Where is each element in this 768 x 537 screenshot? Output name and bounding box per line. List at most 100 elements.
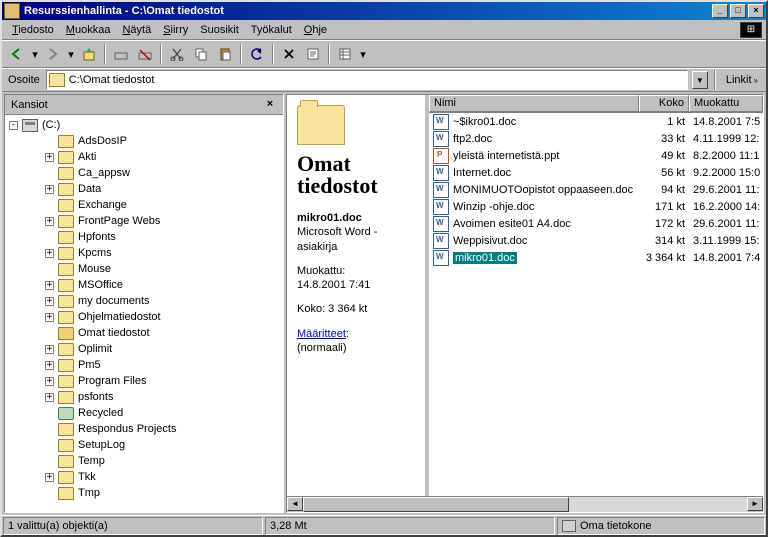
expand-icon[interactable]: +	[45, 249, 54, 258]
col-name[interactable]: Nimi	[429, 95, 639, 112]
menu-suosikit[interactable]: Suosikit	[194, 22, 245, 38]
expand-icon[interactable]: +	[45, 313, 54, 322]
tree-item[interactable]: +psfonts	[9, 389, 283, 405]
file-list[interactable]: ~$ikro01.doc1 kt14.8.2001 7:5ftp2.doc33 …	[429, 113, 763, 496]
expand-icon[interactable]: +	[45, 185, 54, 194]
menu-muokkaa[interactable]: Muokkaa	[60, 22, 117, 38]
expand-icon[interactable]: +	[45, 297, 54, 306]
scroll-right-button[interactable]: ►	[747, 497, 763, 511]
explorer-window: Resurssienhallinta - C:\Omat tiedostot _…	[0, 0, 768, 537]
tree-item[interactable]: +Kpcms	[9, 245, 283, 261]
tree-item[interactable]: +Oplimit	[9, 341, 283, 357]
folder-icon	[58, 231, 74, 244]
address-box[interactable]: C:\Omat tiedostot	[46, 70, 688, 90]
expand-icon[interactable]: +	[45, 473, 54, 482]
tree-item[interactable]: Tmp	[9, 485, 283, 501]
file-row[interactable]: yleistä internetistä.ppt49 kt8.2.2000 11…	[429, 147, 763, 164]
scroll-left-button[interactable]: ◄	[287, 497, 303, 511]
content-pane: Omattiedostot mikro01.docMicrosoft Word …	[286, 94, 764, 513]
expand-icon[interactable]: +	[45, 153, 54, 162]
menubar: Tiedosto Muokkaa Näytä Siirry Suosikit T…	[2, 20, 766, 40]
folder-icon	[58, 135, 74, 148]
tree-item[interactable]: +Program Files	[9, 373, 283, 389]
folder-icon	[58, 215, 74, 228]
tree-item[interactable]: Temp	[9, 453, 283, 469]
tree-item[interactable]: +Ohjelmatiedostot	[9, 309, 283, 325]
folder-icon	[58, 471, 74, 484]
folder-tree[interactable]: -(C:)AdsDosIP+AktiCa_appsw+DataExchange+…	[5, 115, 283, 512]
tree-item[interactable]: +Akti	[9, 149, 283, 165]
links-button[interactable]: Linkit»	[722, 74, 762, 86]
windows-logo-icon: ⊞	[740, 22, 762, 38]
cut-button[interactable]	[166, 43, 188, 65]
file-row[interactable]: ~$ikro01.doc1 kt14.8.2001 7:5	[429, 113, 763, 130]
menu-nayta[interactable]: Näytä	[116, 22, 157, 38]
tree-item[interactable]: Ca_appsw	[9, 165, 283, 181]
expand-icon[interactable]: +	[45, 361, 54, 370]
maximize-button[interactable]: □	[730, 4, 746, 18]
folder-icon	[58, 455, 74, 468]
file-row[interactable]: Avoimen esite01 A4.doc172 kt29.6.2001 11…	[429, 215, 763, 232]
folder-icon	[58, 391, 74, 404]
tree-item[interactable]: +Tkk	[9, 469, 283, 485]
expand-icon[interactable]: +	[45, 281, 54, 290]
properties-button[interactable]	[302, 43, 324, 65]
tree-item[interactable]: AdsDosIP	[9, 133, 283, 149]
menu-ohje[interactable]: Ohje	[298, 22, 333, 38]
disconnect-drive-button[interactable]	[134, 43, 156, 65]
tree-item[interactable]: +Data	[9, 181, 283, 197]
address-dropdown[interactable]: ▼	[692, 71, 708, 89]
folders-close-button[interactable]: ×	[263, 98, 277, 112]
views-dropdown[interactable]: ▾	[358, 43, 368, 65]
minimize-button[interactable]: _	[712, 4, 728, 18]
attributes-link[interactable]: Määritteet	[297, 328, 346, 340]
close-button[interactable]: ×	[748, 4, 764, 18]
menu-siirry[interactable]: Siirry	[157, 22, 194, 38]
up-button[interactable]	[78, 43, 100, 65]
tree-item[interactable]: Respondus Projects	[9, 421, 283, 437]
tree-item[interactable]: Omat tiedostot	[9, 325, 283, 341]
tree-item[interactable]: Recycled	[9, 405, 283, 421]
tree-item[interactable]: +Pm5	[9, 357, 283, 373]
expand-icon[interactable]: +	[45, 377, 54, 386]
paste-button[interactable]	[214, 43, 236, 65]
col-size[interactable]: Koko	[639, 95, 689, 112]
folder-icon	[58, 167, 74, 180]
tree-item[interactable]: SetupLog	[9, 437, 283, 453]
file-row[interactable]: MONIMUOTOopistot oppaaseen.doc94 kt29.6.…	[429, 181, 763, 198]
expand-icon[interactable]: +	[45, 345, 54, 354]
tree-item[interactable]: Hpfonts	[9, 229, 283, 245]
col-modified[interactable]: Muokattu	[689, 95, 763, 112]
folder-icon	[58, 423, 74, 436]
back-dropdown[interactable]: ▾	[30, 43, 40, 65]
back-button[interactable]	[6, 43, 28, 65]
file-icon	[433, 233, 449, 249]
expand-icon[interactable]: +	[45, 217, 54, 226]
tree-item[interactable]: +my documents	[9, 293, 283, 309]
menu-tiedosto[interactable]: Tiedosto	[6, 22, 60, 38]
file-row[interactable]: Weppisivut.doc314 kt3.11.1999 15:	[429, 232, 763, 249]
folder-icon	[58, 263, 74, 276]
views-button[interactable]	[334, 43, 356, 65]
file-row[interactable]: ftp2.doc33 kt4.11.1999 12:	[429, 130, 763, 147]
tree-item[interactable]: Exchange	[9, 197, 283, 213]
expand-icon[interactable]: +	[45, 393, 54, 402]
tree-item[interactable]: +MSOffice	[9, 277, 283, 293]
forward-button[interactable]	[42, 43, 64, 65]
undo-button[interactable]	[246, 43, 268, 65]
copy-button[interactable]	[190, 43, 212, 65]
tree-item[interactable]: Mouse	[9, 261, 283, 277]
horizontal-scrollbar[interactable]: ◄ ►	[287, 496, 763, 512]
map-drive-button[interactable]	[110, 43, 132, 65]
expand-icon[interactable]: -	[9, 121, 18, 130]
folder-icon	[49, 73, 65, 87]
file-row[interactable]: Internet.doc56 kt9.2.2000 15:0	[429, 164, 763, 181]
file-row[interactable]: mikro01.doc3 364 kt14.8.2001 7:4	[429, 249, 763, 266]
file-icon	[433, 182, 449, 198]
tree-item[interactable]: +FrontPage Webs	[9, 213, 283, 229]
tree-root[interactable]: -(C:)	[9, 117, 283, 133]
menu-tyokalut[interactable]: Työkalut	[245, 22, 298, 38]
file-row[interactable]: Winzip -ohje.doc171 kt16.2.2000 14:	[429, 198, 763, 215]
delete-button[interactable]	[278, 43, 300, 65]
forward-dropdown[interactable]: ▾	[66, 43, 76, 65]
